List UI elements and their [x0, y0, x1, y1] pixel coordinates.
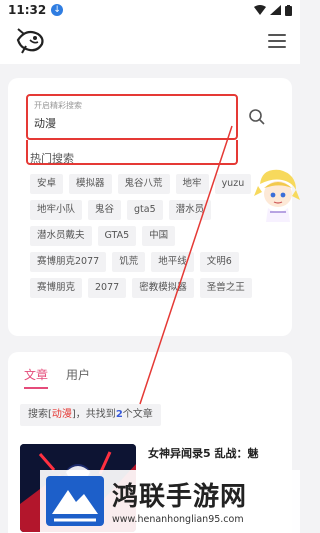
- hot-tag[interactable]: 密教模拟器: [132, 278, 194, 298]
- hot-tag[interactable]: gta5: [127, 200, 163, 220]
- hot-tag[interactable]: 模拟器: [69, 174, 112, 194]
- hot-tag[interactable]: 赛博朋克2077: [30, 252, 107, 272]
- wifi-icon: [254, 5, 266, 15]
- signal-icon: [270, 5, 281, 15]
- battery-icon: [285, 4, 292, 16]
- watermark-name: 鸿联手游网: [112, 482, 248, 512]
- download-icon: ↓: [51, 4, 64, 16]
- result-keyword: 动漫: [51, 409, 72, 420]
- hamburger-menu-icon[interactable]: [268, 34, 286, 48]
- search-input[interactable]: [34, 114, 224, 132]
- result-summary: 搜索[动漫]，共找到2个文章: [20, 404, 161, 426]
- fish-logo-icon[interactable]: [14, 26, 46, 56]
- article-title[interactable]: 女神异闻录5 乱战：魅: [148, 446, 288, 462]
- hot-tag[interactable]: 2077: [88, 278, 127, 298]
- result-summary-suffix: 个文章: [122, 409, 153, 420]
- hot-tag[interactable]: 地牢小队: [30, 200, 83, 220]
- hot-tag[interactable]: 饥荒: [112, 252, 146, 272]
- search-icon[interactable]: [248, 108, 266, 126]
- tab-articles[interactable]: 文章: [24, 366, 49, 389]
- hot-search-title: 热门搜索: [30, 152, 74, 165]
- hot-tag[interactable]: yuzu: [214, 174, 252, 194]
- search-field-label: 开启精彩搜索: [34, 101, 82, 110]
- hot-tag[interactable]: 鬼谷八荒: [117, 174, 170, 194]
- tab-users[interactable]: 用户: [66, 366, 90, 387]
- app-bar: [0, 20, 300, 64]
- hot-tag[interactable]: GTA5: [97, 226, 137, 246]
- hot-tag[interactable]: 中国: [142, 226, 176, 246]
- tag-row: 赛博朋克 2077 密教模拟器 圣兽之王: [30, 278, 280, 298]
- hot-tag[interactable]: 文明6: [199, 252, 239, 272]
- mascot-character-icon: [254, 169, 300, 222]
- hot-tag[interactable]: 圣兽之王: [199, 278, 252, 298]
- status-time: 11:32: [8, 3, 47, 17]
- tag-row: 地牢小队 鬼谷 gta5 潜水员: [30, 200, 280, 220]
- result-summary-prefix: 搜索[: [28, 409, 52, 420]
- status-icons: [254, 4, 292, 16]
- hot-tag[interactable]: 地牢: [175, 174, 209, 194]
- results-tabs: 文章 用户: [24, 366, 90, 389]
- tag-row: 安卓 模拟器 鬼谷八荒 地牢 yuzu: [30, 174, 280, 194]
- status-bar: 11:32 ↓: [0, 0, 300, 20]
- search-card: 开启精彩搜索 热门搜索 安卓 模拟器 鬼谷八荒 地牢 yuzu 地牢小队 鬼谷 …: [8, 78, 292, 336]
- hot-tag[interactable]: 安卓: [30, 174, 64, 194]
- result-count: 2: [115, 409, 123, 420]
- search-field[interactable]: 开启精彩搜索: [26, 94, 238, 140]
- hot-tag[interactable]: 潜水员: [168, 200, 212, 220]
- tag-row: 赛博朋克2077 饥荒 地平线 文明6: [30, 252, 280, 272]
- watermark-logo-icon: [46, 476, 104, 526]
- tag-row: 潜水员戴夫 GTA5 中国: [30, 226, 280, 246]
- hot-tag[interactable]: 鬼谷: [88, 200, 122, 220]
- hot-tag[interactable]: 潜水员戴夫: [30, 226, 92, 246]
- watermark-url: www.henanhonglian95.com: [112, 514, 244, 525]
- result-summary-middle: ]，共找到: [71, 409, 116, 420]
- hot-tag[interactable]: 地平线: [151, 252, 194, 272]
- watermark-banner: 鸿联手游网 www.henanhonglian95.com: [40, 470, 300, 533]
- hot-tag[interactable]: 赛博朋克: [30, 278, 83, 298]
- hot-tags: 安卓 模拟器 鬼谷八荒 地牢 yuzu 地牢小队 鬼谷 gta5 潜水员 潜水员…: [30, 174, 280, 304]
